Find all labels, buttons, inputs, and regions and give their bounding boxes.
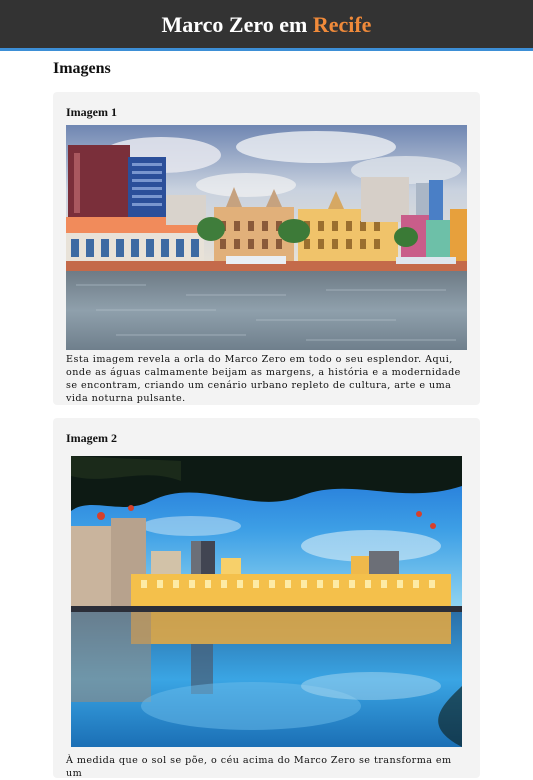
- card-description: À medida que o sol se põe, o céu acima d…: [66, 755, 452, 779]
- page-header: Marco Zero em Recife: [0, 0, 533, 51]
- waterfront-photo: [66, 125, 467, 350]
- image-card-1: Imagem 1 Esta imagem revela a orla do Ma…: [53, 92, 480, 405]
- page-title: Marco Zero em Recife: [162, 12, 372, 38]
- page-title-accent: Recife: [312, 12, 372, 37]
- card-description: Esta imagem revela a orla do Marco Zero …: [66, 354, 461, 404]
- card-title: Imagem 1: [66, 105, 117, 119]
- image-card-2: Imagem 2 À medida que o sol se põe, o cé…: [53, 418, 480, 779]
- sunset-reflection-photo: [71, 456, 462, 747]
- section-title: Imagens: [53, 60, 111, 77]
- page-title-main: Marco Zero em: [161, 12, 308, 37]
- card-title: Imagem 2: [66, 431, 117, 445]
